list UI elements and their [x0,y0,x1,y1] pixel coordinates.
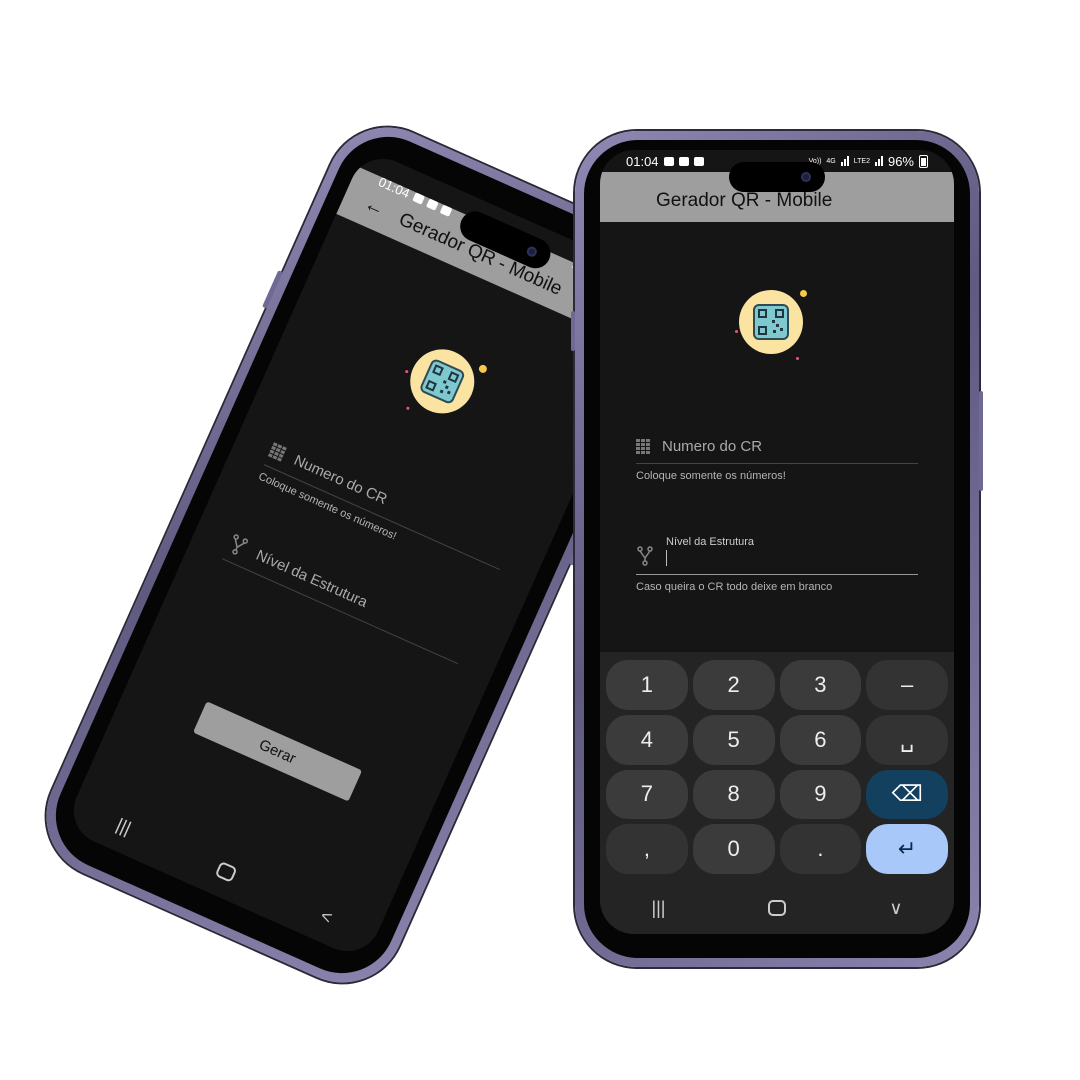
recents-button[interactable]: ||| [113,814,134,839]
key-minus[interactable]: – [866,660,948,710]
generate-button[interactable]: Gerar [192,701,363,802]
message-icon [425,197,439,211]
nivel-field[interactable]: Nível da Estrutura Caso queira o CR todo… [636,536,918,593]
image-icon [412,191,425,204]
status-time: 01:04 [626,153,659,169]
message-icon [678,156,689,166]
key-space[interactable]: ␣ [866,714,948,765]
hd-icon [439,203,453,217]
fork-icon [637,546,653,566]
battery-text: 96% [887,153,914,169]
decor-dot [796,357,799,360]
nivel-helper: Caso queira o CR todo deixe em branco [636,581,833,593]
enter-key[interactable]: ↵ [866,824,948,874]
back-button[interactable]: < [317,905,336,928]
key-2[interactable]: 2 [692,660,775,710]
numeric-keyboard: 1 2 3 – 4 5 6 ␣ 7 8 9 ⌫ , 0 . ↵ [600,652,954,882]
qr-logo [400,339,489,424]
key-1[interactable]: 1 [606,660,688,710]
phone-right: 01:04 Vo)) 4G LTE2 96% Gerador QR - Mobi… [571,131,983,967]
key-period[interactable]: . [779,824,862,874]
field-underline [221,558,459,665]
decor-dot [477,363,489,375]
decor-dot [405,406,410,411]
key-8[interactable]: 8 [692,769,775,820]
building-icon [267,442,287,462]
nav-bar: ||| ∨ [600,882,954,934]
cr-helper: Coloque somente os números! [636,470,786,482]
qr-code-icon [753,304,789,340]
side-button [571,311,575,351]
signal-icon-2 [874,156,883,166]
recents-button[interactable]: ||| [651,898,665,919]
cr-label: Numero do CR [662,438,763,455]
decor-dot [404,369,409,374]
key-6[interactable]: 6 [779,714,862,765]
nivel-label: Nível da Estrutura [253,546,371,611]
field-underline [636,463,918,464]
lte-label: LTE2 [853,157,870,165]
key-comma[interactable]: , [606,824,688,874]
signal-icon [840,156,849,166]
key-3[interactable]: 3 [779,660,862,710]
fork-icon [232,534,249,555]
camera-icon [525,245,539,259]
key-9[interactable]: 9 [779,769,862,820]
qr-code-icon [418,357,467,406]
nivel-label: Nível da Estrutura [666,536,755,548]
dynamic-island [729,162,825,192]
status-time: 01:04 [376,173,413,201]
decor-dot [735,330,738,333]
decor-dot [800,290,807,297]
key-4[interactable]: 4 [606,714,688,765]
app-title: Gerador QR - Mobile [656,190,833,211]
nav-bar: ||| < [63,780,386,962]
key-5[interactable]: 5 [692,714,775,765]
hide-keyboard-button[interactable]: ∨ [889,898,902,919]
home-button[interactable] [214,860,238,883]
field-underline [636,574,918,575]
cr-field[interactable]: Numero do CR Coloque somente os números! [636,438,918,482]
side-button [979,391,983,491]
key-0[interactable]: 0 [692,824,775,874]
hd-icon [693,156,704,166]
image-icon [663,156,674,166]
battery-icon [919,154,928,168]
camera-icon [801,172,811,182]
network-label: 4G [826,157,836,165]
bezel: 01:04 Vo)) 4G LTE2 96% Gerador QR - Mobi… [584,140,970,958]
backspace-key[interactable]: ⌫ [866,769,948,820]
key-7[interactable]: 7 [606,769,688,820]
building-icon [636,439,650,454]
field-underline [263,464,500,571]
screen: 01:04 Vo)) 4G LTE2 96% Gerador QR - Mobi… [600,150,954,934]
text-caret [666,550,667,566]
qr-logo [735,290,807,360]
home-button[interactable] [768,900,787,916]
